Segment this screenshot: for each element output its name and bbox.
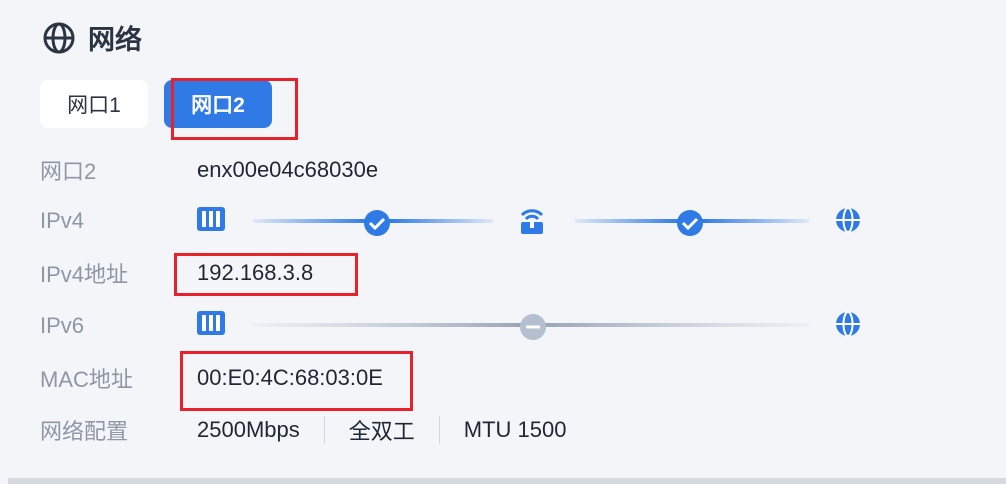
internet-globe-icon xyxy=(836,207,860,233)
device-icon xyxy=(197,311,225,335)
ipv6-connection-flow xyxy=(197,307,877,343)
ipv4-row: IPv4 xyxy=(40,201,197,241)
mac-row: MAC地址 00:E0:4C:68:03:0E xyxy=(40,358,383,398)
ipv4-connection-flow xyxy=(197,203,877,239)
section-title: 网络 xyxy=(88,25,142,55)
tab-port-2[interactable]: 网口2 xyxy=(164,80,272,128)
ipv4-label: IPv4 xyxy=(40,208,85,233)
speed-value: 2500Mbps xyxy=(197,417,300,442)
divider xyxy=(438,416,440,444)
section-header: 网络 xyxy=(42,18,142,57)
ipv6-label: IPv6 xyxy=(40,313,85,338)
network-config-label: 网络配置 xyxy=(40,419,129,444)
mac-value: 00:E0:4C:68:03:0E xyxy=(197,365,383,390)
port-tabs: 网口1 网口2 xyxy=(40,80,272,128)
device-icon xyxy=(197,207,225,231)
network-config-row: 网络配置 2500Mbps 全双工 MTU 1500 xyxy=(40,410,566,450)
router-icon xyxy=(520,209,544,234)
network-config-values: 2500Mbps 全双工 MTU 1500 xyxy=(197,414,566,446)
disconnected-icon xyxy=(520,314,546,340)
divider xyxy=(323,416,325,444)
tab-port-1[interactable]: 网口1 xyxy=(40,80,148,128)
check-icon xyxy=(364,210,390,236)
ipv4-address-label: IPv4地址 xyxy=(40,262,129,287)
globe-icon xyxy=(43,22,75,53)
ipv4-address-row: IPv4地址 192.168.3.8 xyxy=(40,253,313,293)
check-icon xyxy=(677,210,703,236)
duplex-value: 全双工 xyxy=(348,419,415,444)
port-value: enx00e04c68030e xyxy=(197,157,379,182)
mac-label: MAC地址 xyxy=(40,367,133,392)
mtu-value: MTU 1500 xyxy=(463,417,567,442)
port-row: 网口2 enx00e04c68030e xyxy=(40,150,378,190)
ipv4-address-value: 192.168.3.8 xyxy=(197,260,314,285)
port-label: 网口2 xyxy=(40,159,97,184)
internet-globe-icon xyxy=(836,311,860,337)
ipv6-row: IPv6 xyxy=(40,306,197,346)
network-panel: 网络 网口1 网口2 网口2 enx00e04c68030e IPv4 IPv4… xyxy=(8,0,1006,484)
